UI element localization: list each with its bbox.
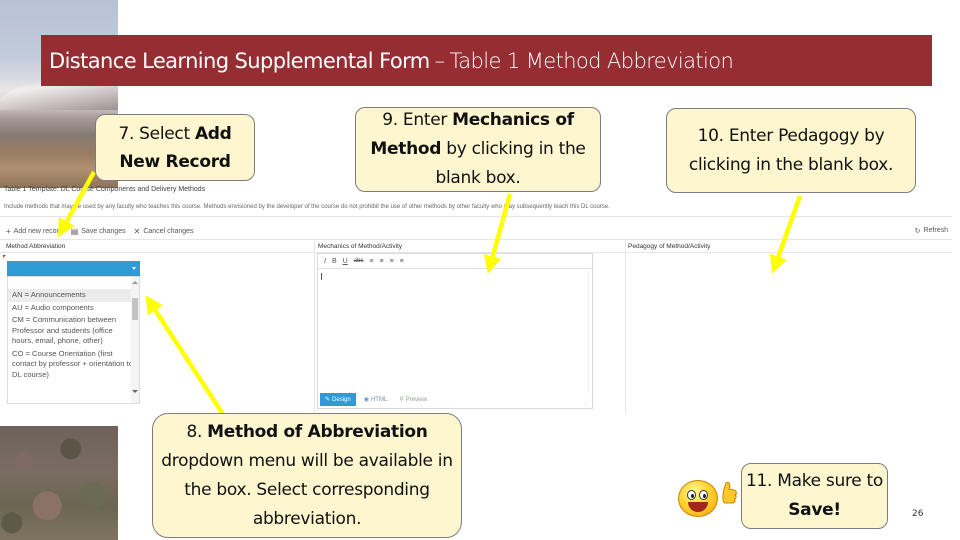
smiley-mouth (688, 502, 708, 512)
dropdown-option[interactable]: CM = Communication between Professor and… (8, 314, 139, 348)
smiley-eye (699, 490, 708, 500)
design-mode-tab[interactable]: ✎ Design (320, 393, 356, 406)
save-changes-button[interactable]: ▤ Save changes (71, 227, 126, 236)
callout-9-prefix: 9. Enter (382, 110, 453, 130)
column-divider (625, 239, 626, 414)
italic-icon[interactable]: I (324, 258, 326, 265)
preview-mode-tab[interactable]: ⚲ Preview (395, 393, 431, 406)
slide-title-separator: – (434, 48, 446, 73)
underline-icon[interactable]: U (343, 258, 348, 265)
page-number: 26 (912, 509, 924, 519)
dropdown-scrollbar[interactable] (131, 277, 139, 403)
callout-step-11: 11. Make sure to Save! (741, 463, 888, 529)
background-photo-shrubs (0, 426, 118, 540)
callout-11-prefix: 11. Make sure to (745, 471, 883, 491)
callout-10-text: 10. Enter Pedagogy by clicking in the bl… (688, 125, 894, 175)
html-mode-tab[interactable]: ◉ HTML (360, 393, 392, 406)
smiley-face-icon (678, 480, 718, 517)
scroll-up-icon[interactable] (132, 281, 138, 284)
resize-grip-icon[interactable]: ⋰ (584, 399, 590, 406)
eye-icon: ◉ (363, 397, 369, 403)
form-divider (0, 216, 952, 217)
html-mode-label: HTML (370, 396, 388, 403)
x-icon: ✕ (133, 227, 141, 236)
refresh-button[interactable]: ↻ Refresh (915, 227, 948, 235)
dropdown-option[interactable]: AN = Announcements (8, 289, 139, 302)
slide-title-main: Distance Learning Supplemental Form (49, 48, 430, 73)
align-left-icon[interactable]: ≡ (369, 258, 373, 265)
scroll-down-icon[interactable] (132, 390, 138, 393)
dropdown-empty-option[interactable] (8, 277, 139, 289)
text-cursor (321, 273, 322, 280)
magnifier-icon: ⚲ (399, 397, 404, 403)
callout-step-10: 10. Enter Pedagogy by clicking in the bl… (666, 108, 916, 193)
callout-8-prefix: 8. (186, 421, 208, 442)
scrollbar-thumb[interactable] (132, 298, 138, 320)
save-icon: ▤ (70, 227, 79, 236)
chevron-down-icon (132, 267, 136, 270)
callout-9-suffix: by clicking in the blank box. (435, 139, 586, 188)
cancel-changes-button[interactable]: ✕ Cancel changes (134, 227, 194, 236)
slide-title-sub: Table 1 Method Abbreviation (449, 48, 734, 73)
design-mode-label: Design (332, 396, 351, 403)
dropdown-option[interactable]: CO = Course Orientation (first contact b… (8, 348, 139, 382)
callout-11-bold: Save! (788, 500, 841, 520)
method-abbreviation-dropdown[interactable] (7, 261, 140, 276)
editor-toolbar: I B U abc ≡ ≡ ≡ ≡ (318, 254, 592, 269)
grid-header: Method Abbreviation Mechanics of Method/… (0, 239, 952, 253)
preview-mode-label: Preview (405, 396, 428, 403)
callout-7-prefix: 7. Select (118, 123, 195, 144)
column-divider (314, 239, 315, 414)
embedded-form-screenshot: Table 1 Template: DL Course Components a… (0, 186, 960, 416)
column-header-method-abbreviation[interactable]: Method Abbreviation (6, 243, 65, 250)
form-caption: Table 1 Template: DL Course Components a… (4, 186, 206, 193)
callout-8-bold: Method of Abbreviation (207, 421, 428, 442)
dropdown-option[interactable]: AU = Audio components (8, 302, 139, 315)
add-new-record-button[interactable]: + Add new record (6, 227, 63, 236)
thumbs-up-icon (722, 481, 737, 504)
dropdown-options-list: AN = Announcements AU = Audio components… (7, 276, 140, 404)
slide-title-bar: Distance Learning Supplemental Form – Ta… (41, 35, 932, 86)
dirty-cell-marker (3, 255, 6, 258)
cancel-changes-label: Cancel changes (143, 228, 194, 235)
align-center-icon[interactable]: ≡ (379, 258, 383, 265)
refresh-label: Refresh (923, 227, 948, 234)
column-header-mechanics[interactable]: Mechanics of Method/Activity (318, 243, 402, 250)
mechanics-rich-text-editor: I B U abc ≡ ≡ ≡ ≡ ✎ Design ◉ HTML ⚲ Prev… (317, 253, 593, 409)
editor-mode-tabs: ✎ Design ◉ HTML ⚲ Preview (320, 393, 590, 406)
form-description: Include methods that may be used by any … (4, 204, 610, 210)
refresh-icon: ↻ (914, 228, 921, 235)
plus-icon: + (6, 227, 11, 236)
pencil-icon: ✎ (325, 397, 331, 403)
smiley-eye (687, 490, 696, 500)
column-header-pedagogy[interactable]: Pedagogy of Method/Activity (628, 243, 710, 250)
bold-icon[interactable]: B (332, 258, 337, 265)
justify-icon[interactable]: ≡ (400, 258, 404, 265)
align-right-icon[interactable]: ≡ (390, 258, 394, 265)
grid-toolbar: + Add new record ▤ Save changes ✕ Cancel… (6, 227, 194, 236)
save-changes-label: Save changes (81, 228, 126, 235)
callout-step-8: 8. Method of Abbreviation dropdown menu … (152, 413, 462, 538)
add-new-record-label: Add new record (13, 228, 63, 235)
mechanics-text-area[interactable] (320, 270, 589, 392)
callout-step-9: 9. Enter Mechanics of Method by clicking… (355, 107, 601, 192)
strikethrough-icon[interactable]: abc (354, 258, 364, 264)
callout-step-7: 7. Select Add New Record (95, 114, 255, 181)
callout-8-suffix: dropdown menu will be available in the b… (161, 450, 453, 529)
